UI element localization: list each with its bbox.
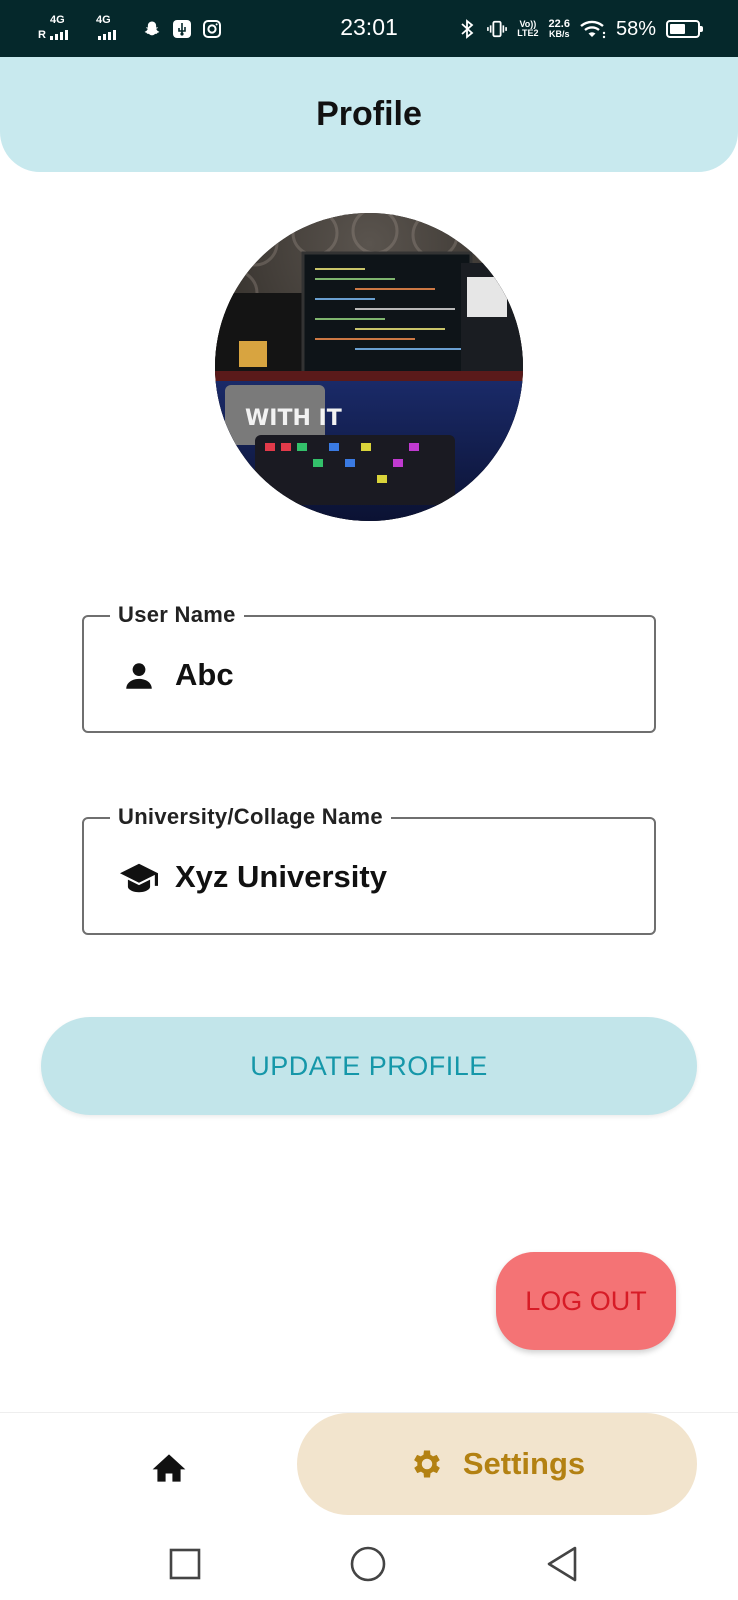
update-profile-button[interactable]: UPDATE PROFILE — [41, 1017, 697, 1115]
university-name-label: University/Collage Name — [110, 804, 391, 830]
page-title: Profile — [316, 95, 422, 133]
battery-icon — [666, 20, 703, 38]
triangle-back-icon — [547, 1546, 577, 1582]
graduation-cap-icon — [120, 859, 158, 897]
profile-avatar[interactable]: WITH IT — [215, 213, 523, 521]
gear-icon — [413, 1450, 440, 1478]
app-header: Profile — [0, 57, 738, 172]
university-name-field[interactable]: University/Collage Name Xyz University — [82, 804, 656, 935]
user-name-label: User Name — [110, 602, 244, 628]
network-speed-unit: KB/s — [549, 29, 570, 39]
nav-home-tab[interactable] — [148, 1448, 190, 1488]
volte-indicator: Vo)) LTE2 — [517, 20, 538, 38]
person-icon — [120, 657, 158, 695]
recents-button[interactable] — [165, 1544, 205, 1584]
network-speed: 22.6 KB/s — [549, 19, 570, 39]
home-system-button[interactable] — [348, 1544, 388, 1584]
volte-line2: LTE2 — [517, 28, 539, 38]
circle-icon — [350, 1546, 386, 1582]
bottom-navigation: Settings — [0, 1412, 738, 1522]
vibrate-icon — [487, 19, 508, 39]
wifi-icon — [580, 19, 606, 39]
svg-text:WITH IT: WITH IT — [245, 406, 342, 431]
user-name-field[interactable]: User Name Abc — [82, 602, 656, 733]
university-name-value: Xyz University — [175, 859, 387, 894]
nav-settings-label: Settings — [462, 1446, 586, 1481]
battery-percent: 58% — [615, 17, 656, 40]
system-navigation-bar — [0, 1522, 738, 1600]
home-icon — [152, 1454, 186, 1482]
status-bar: R 4G 4G 23:01 Vo)) LTE2 22.6 KB/s 58% — [0, 0, 738, 57]
bluetooth-icon — [457, 19, 477, 39]
square-icon — [169, 1548, 201, 1580]
user-name-value: Abc — [175, 657, 234, 692]
log-out-button[interactable]: LOG OUT — [496, 1252, 676, 1350]
nav-settings-tab[interactable]: Settings — [297, 1413, 697, 1515]
back-button[interactable] — [542, 1544, 582, 1584]
